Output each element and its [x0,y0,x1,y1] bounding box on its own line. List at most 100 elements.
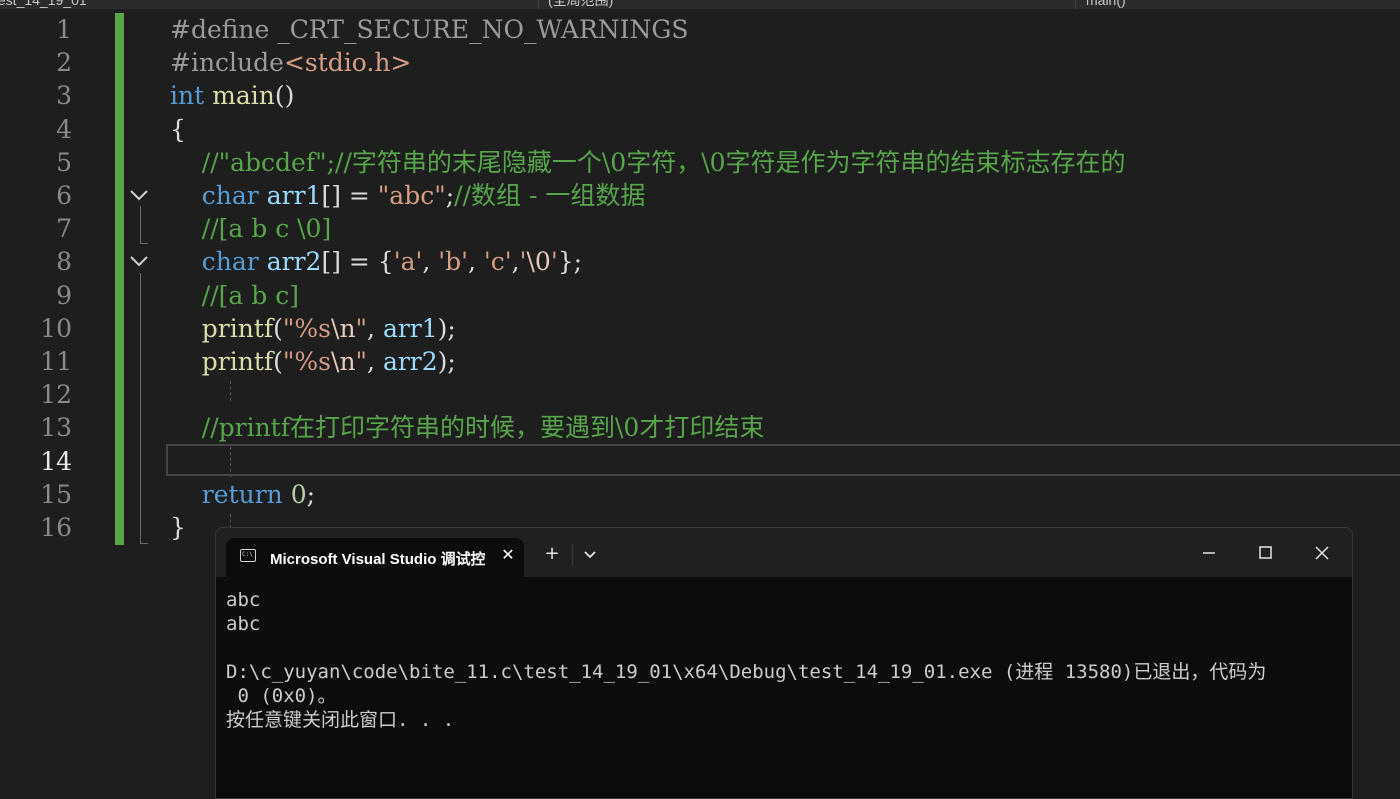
code-token: #define _CRT_SECURE_NO_WARNINGS [170,15,689,44]
code-line[interactable]: #define _CRT_SECURE_NO_WARNINGS [170,13,689,46]
code-token: printf [201,347,274,376]
code-line[interactable]: printf("%s\n", arr2); [170,345,456,378]
line-number: 15 [40,479,72,509]
code-token: arr2 [266,247,322,277]
code-token: arr2 [382,347,438,376]
console-output-line: abc [226,613,261,635]
code-token: arr1 [382,313,438,343]
code-token: //[a b c] [170,280,299,310]
code-line[interactable]: //printf在打印字符串的时候，要遇到\0才打印结束 [170,411,765,444]
code-token: //数组 - 一组数据 [454,181,646,210]
code-token: , [422,247,439,277]
code-token: ); [437,347,456,376]
code-token: , [511,247,520,277]
line-number: 11 [40,347,72,376]
code-token: "%s [282,313,332,343]
console-output-line: 按任意键关闭此窗口. . . [226,709,455,731]
terminal-tab-title: Microsoft Visual Studio 调试控制台 [270,551,485,568]
current-line-highlight [166,444,1400,476]
scope-dropdown[interactable]: (全局范围) [548,0,613,9]
line-number: 6 [56,181,72,210]
code-token: ; [306,479,316,509]
console-output: abc abc D:\c_yuyan\code\bite_11.c\test_14_… [226,588,1336,732]
close-window-button[interactable] [1302,540,1342,566]
member-dropdown[interactable]: main() [1086,0,1126,9]
code-token: ( [273,313,283,343]
console-output-line: D:\c_yuyan\code\bite_11.c\test_14_19_01\… [226,661,1267,683]
code-token: arr1 [266,181,322,210]
code-token: } [170,513,186,542]
terminal-tab[interactable]: C:\ Microsoft Visual Studio 调试控制台 ✕ [226,538,524,577]
code-token: 'b' [438,247,469,277]
line-number: 8 [56,247,72,277]
code-line[interactable]: //[a b c] [170,279,299,312]
code-token: 0 [290,479,307,509]
code-token: return [201,479,283,509]
code-token: main [212,81,275,111]
code-token: char [201,181,259,210]
code-token: " [355,347,368,376]
code-token: , [367,313,383,343]
minimize-button[interactable] [1189,540,1229,566]
code-line[interactable]: { [170,113,186,146]
code-line[interactable]: } [170,511,186,544]
line-number: 13 [40,413,72,443]
line-number: 10 [40,313,72,343]
code-line[interactable]: char arr2[] = {'a', 'b', 'c','\0'}; [170,245,582,278]
maximize-button[interactable] [1246,540,1286,566]
code-token: #include [170,48,284,78]
line-number: 14 [40,446,72,476]
code-token: \0 [526,247,551,277]
code-token: }; [557,247,583,277]
code-line[interactable]: #include<stdio.h> [170,46,411,79]
code-token: ' [550,247,558,277]
fold-collapse-icon[interactable] [128,184,150,206]
code-line[interactable]: return 0; [170,478,315,511]
line-number: 2 [56,48,72,78]
line-number: 1 [56,15,72,44]
code-token: "%s [282,347,332,376]
line-number: 3 [56,81,72,111]
code-token: ); [437,313,456,343]
code-token: () [274,81,295,111]
project-dropdown[interactable]: test_14_19_01 [0,0,87,9]
code-line[interactable]: //[a b c \0] [170,212,331,245]
console-output-line: abc [226,589,261,611]
indent-guide [230,381,231,401]
console-output-line [226,636,1336,660]
console-output-line: 0 (0x0)。 [226,685,337,707]
close-tab-icon[interactable]: ✕ [498,545,518,565]
code-line[interactable]: int main() [170,79,294,112]
code-token: //"abcdef";//字符串的末尾隐藏一个\0字符，\0字符是作为字符串的结… [170,147,1126,177]
code-line[interactable]: printf("%s\n", arr1); [170,312,456,345]
code-token: , [367,347,383,376]
code-line[interactable]: char arr1[] = "abc";//数组 - 一组数据 [170,179,646,212]
new-tab-button[interactable]: + [540,542,564,566]
code-token: [] = { [321,247,394,277]
editor-navigation-bar: test_14_19_01 (全局范围) main() [0,0,1400,9]
code-token: ; [445,181,455,210]
code-token: [] = [321,181,378,210]
line-number: 4 [56,114,72,144]
console-icon: C:\ [240,549,256,562]
change-tracking-bar [115,13,124,545]
terminal-titlebar[interactable]: C:\ Microsoft Visual Studio 调试控制台 ✕ + [216,528,1352,577]
chevron-down-icon[interactable] [578,542,602,566]
code-token: { [170,114,186,144]
debug-console-window[interactable]: C:\ Microsoft Visual Studio 调试控制台 ✕ + ab… [215,527,1353,799]
code-token: //printf在打印字符串的时候，要遇到\0才打印结束 [170,413,765,443]
code-token: int [170,81,205,111]
code-line[interactable]: //"abcdef";//字符串的末尾隐藏一个\0字符，\0字符是作为字符串的结… [170,146,1126,179]
code-token: " [355,313,368,343]
code-token: <stdio.h> [283,48,412,78]
line-number: 7 [56,214,72,244]
code-token: char [201,247,259,277]
code-token: , [468,247,484,277]
fold-collapse-icon[interactable] [128,250,150,272]
